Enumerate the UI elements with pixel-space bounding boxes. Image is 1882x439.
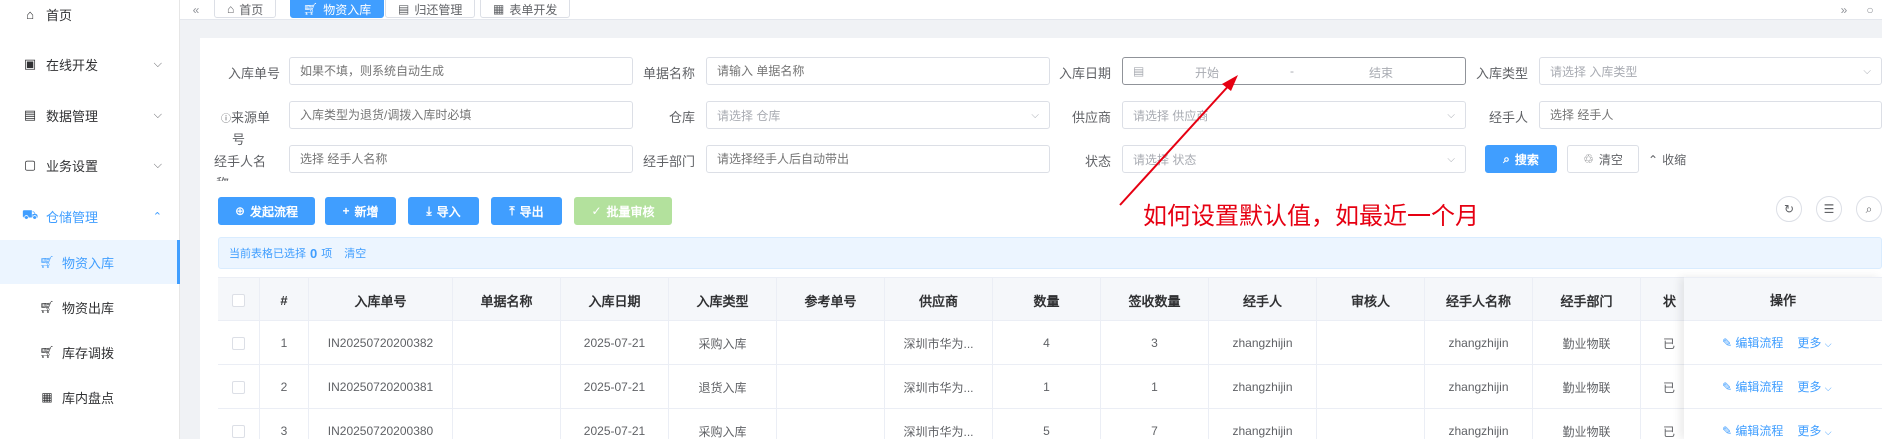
annotation-arrow xyxy=(1119,75,1238,206)
annotation-text: 如何设置默认值，如最近一个月 xyxy=(1143,202,1479,230)
